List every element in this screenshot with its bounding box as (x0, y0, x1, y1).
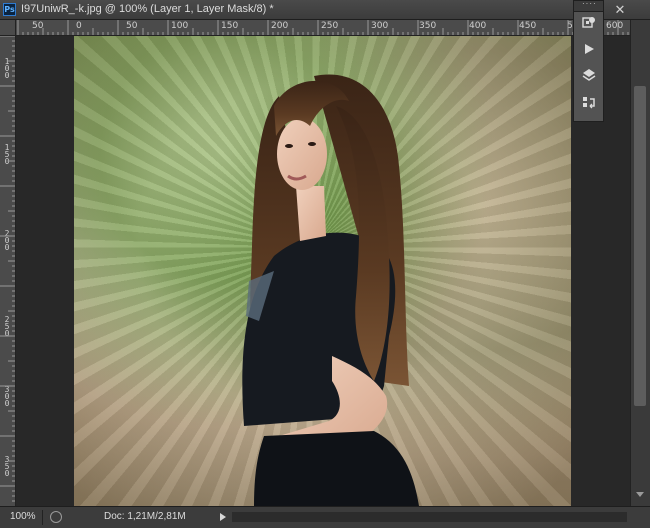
portrait-image (74, 36, 571, 506)
scrollbar-thumb[interactable] (634, 86, 646, 406)
horizontal-ruler[interactable]: 50 0 50 100 150 200 250 300 350 400 450 … (16, 20, 630, 36)
history-icon (582, 17, 595, 28)
grip-dots-icon: ···· (582, 0, 597, 8)
document-tab-bar[interactable]: Ps I97UniwR_-k.jpg @ 100% (Layer 1, Laye… (0, 0, 650, 20)
status-menu-arrow-icon[interactable] (220, 513, 226, 521)
photo-canvas[interactable] (74, 36, 571, 506)
ruler-ticks (17, 20, 629, 35)
dock-grip[interactable]: ···· (574, 0, 603, 12)
layers-icon (582, 69, 596, 81)
layers-panel-button[interactable] (580, 67, 598, 85)
history-brush-panel-button[interactable] (580, 15, 598, 33)
vertical-scrollbar[interactable] (630, 20, 650, 506)
photoshop-document-window: Ps I97UniwR_-k.jpg @ 100% (Layer 1, Laye… (0, 0, 650, 528)
horizontal-scrollbar[interactable] (232, 512, 627, 522)
ruler-ticks (0, 36, 15, 502)
ruler-origin[interactable] (0, 20, 16, 36)
document-title[interactable]: I97UniwR_-k.jpg @ 100% (Layer 1, Layer M… (21, 3, 274, 15)
divider (42, 510, 43, 525)
history-panel-button[interactable] (580, 95, 598, 113)
history-states-icon (583, 97, 595, 109)
vertical-ruler[interactable]: 1 0 0 1 5 0 2 0 0 2 5 0 3 0 0 3 5 0 (0, 36, 16, 506)
document-size-info[interactable]: Doc: 1,21M/2,81M (104, 511, 186, 522)
close-document-button[interactable]: ✕ (612, 2, 628, 17)
collapsed-panel-dock: ···· (573, 0, 604, 122)
actions-panel-button[interactable] (580, 41, 598, 59)
document-canvas-area[interactable] (16, 36, 630, 506)
zoom-level-field[interactable]: 100% (10, 511, 36, 522)
proof-settings-icon[interactable] (50, 511, 62, 523)
status-bar: 100% Doc: 1,21M/2,81M (0, 506, 650, 528)
photoshop-app-icon: Ps (3, 3, 16, 16)
scroll-down-arrow[interactable] (636, 492, 644, 497)
play-icon (585, 44, 594, 54)
